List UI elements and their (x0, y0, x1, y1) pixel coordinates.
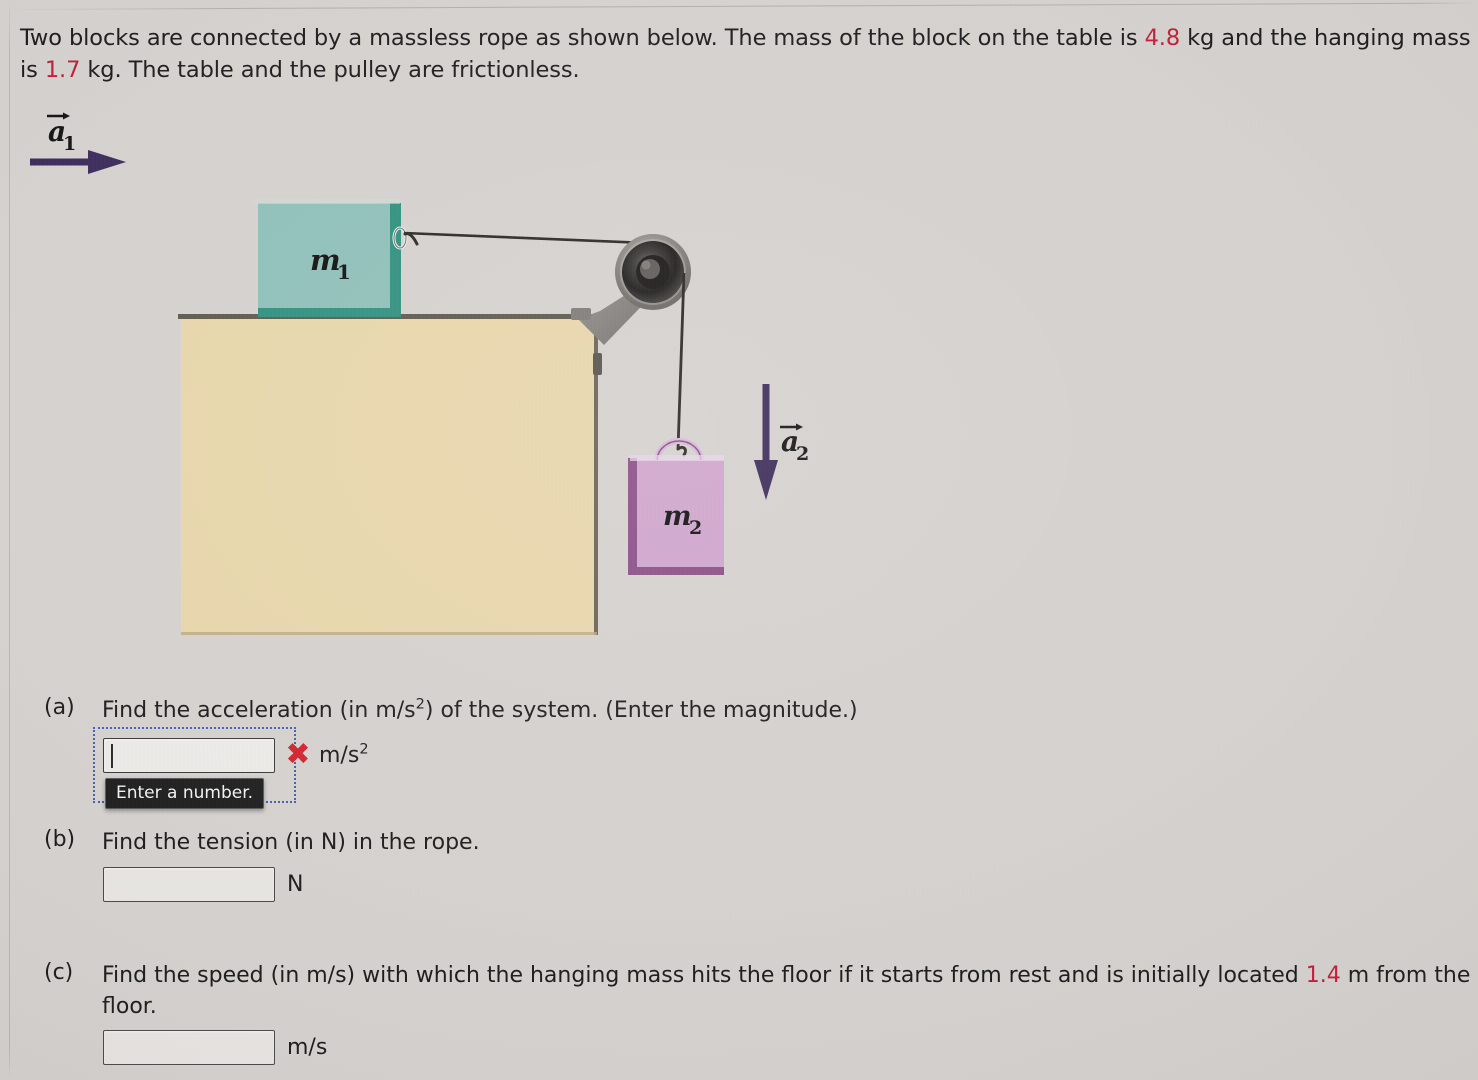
svg-text:2: 2 (796, 443, 809, 465)
answer-input-c[interactable] (103, 1030, 275, 1065)
page-edge-line-top (0, 2, 1478, 10)
pulley (615, 234, 691, 310)
svg-text:1: 1 (63, 133, 76, 155)
question-b-label: (b) (44, 827, 76, 852)
rope-horizontal (403, 231, 648, 246)
question-b-text: Find the tension (in N) in the rope. (102, 830, 480, 855)
unit-label-c: m/s (287, 1035, 328, 1060)
question-c-answer-row: m/s (103, 1030, 327, 1065)
question-c-text: Find the speed (in m/s) with which the h… (102, 960, 1478, 1022)
problem-mass1-value: 4.8 (1144, 25, 1181, 51)
acceleration-1-arrow (30, 150, 126, 174)
svg-text:2: 2 (689, 517, 702, 539)
question-b-answer-row: N (103, 867, 303, 902)
physics-diagram: a 1 m 1 m 2 a 2 (0, 105, 900, 665)
table (178, 314, 600, 635)
svg-text:m: m (663, 501, 692, 532)
svg-text:1: 1 (337, 260, 351, 284)
acceleration-2-arrow (754, 384, 778, 500)
text-caret (111, 744, 113, 768)
question-c-value: 1.4 (1305, 963, 1341, 988)
unit-main-a: m/s (319, 743, 360, 768)
problem-text-part-1: Two blocks are connected by a massless r… (20, 25, 1145, 51)
rope-vertical (676, 272, 687, 457)
question-a-text-part1: Find the acceleration (in m/s (102, 698, 416, 723)
question-a-answer-row: ✖ m/s2 Enter a number. (93, 727, 369, 809)
block-m1: m 1 (253, 199, 401, 317)
acceleration-1-label: a 1 (47, 112, 76, 155)
question-c-text-part1: Find the speed (in m/s) with which the h… (102, 963, 1306, 988)
question-c-label: (c) (44, 960, 74, 985)
incorrect-icon-a: ✖ (285, 737, 311, 772)
question-a-text: Find the acceleration (in m/s2) of the s… (102, 695, 858, 726)
acceleration-2-label: a 2 (780, 423, 809, 465)
problem-text-part-3: kg. The table and the pulley are frictio… (80, 57, 580, 83)
unit-exponent-a: 2 (359, 741, 369, 758)
problem-mass2-value: 1.7 (44, 57, 81, 83)
answer-input-b[interactable] (103, 867, 275, 902)
problem-statement: Two blocks are connected by a massless r… (20, 22, 1472, 86)
question-a-text-part2: ) of the system. (Enter the magnitude.) (424, 698, 858, 723)
question-a-label: (a) (44, 695, 75, 720)
unit-label-a: m/s2 (319, 741, 369, 768)
question-a-text-exponent: 2 (415, 696, 425, 713)
block-m2: m 2 (628, 455, 724, 575)
unit-label-b: N (287, 872, 304, 897)
validation-tooltip-a: Enter a number. (105, 778, 265, 809)
answer-input-a[interactable] (103, 738, 275, 773)
